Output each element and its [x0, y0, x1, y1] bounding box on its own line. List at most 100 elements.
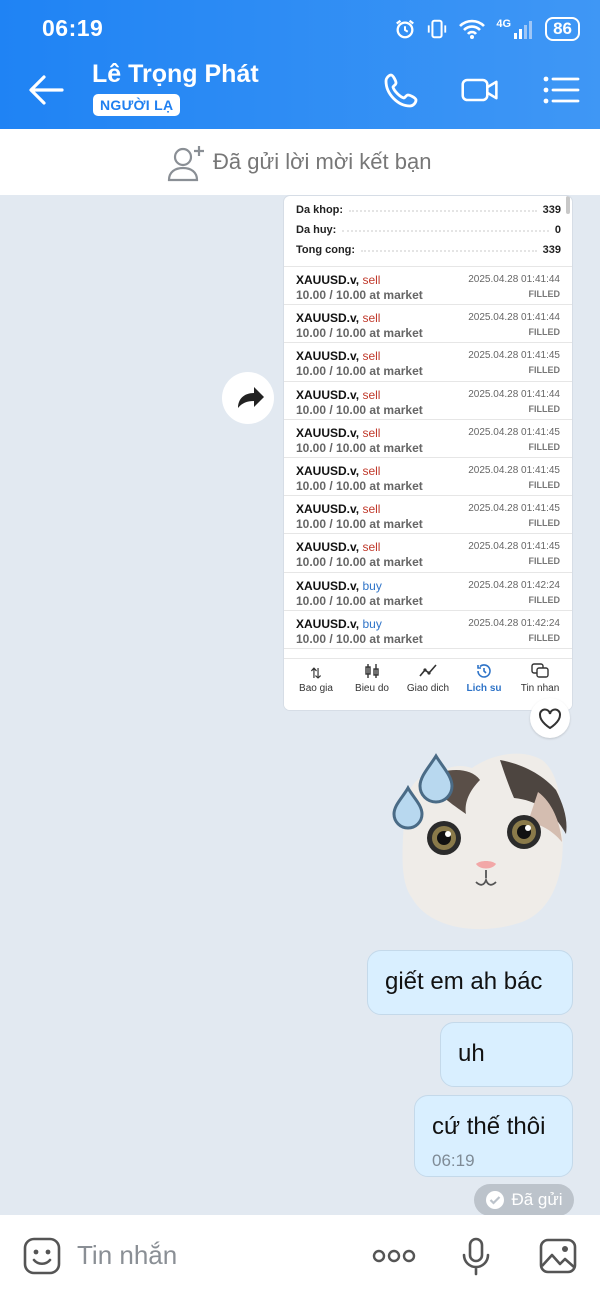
- order-time: 2025.04.28 01:41:45: [468, 503, 560, 515]
- order-volume: 10.00 / 10.00 at market: [296, 288, 423, 302]
- message-text: uh: [458, 1040, 485, 1067]
- order-time: 2025.04.28 01:42:24: [468, 579, 560, 591]
- nav-giao-dich: Giao dich: [399, 663, 457, 694]
- order-row: XAUUSD.v, sell 10.00 / 10.00 at market 202…: [284, 380, 572, 420]
- order-status: FILLED: [528, 518, 561, 529]
- vibrate-icon: [428, 19, 447, 39]
- order-status: FILLED: [528, 480, 561, 490]
- order-volume: 10.00 / 10.00 at market: [296, 440, 423, 455]
- order-symbol: XAUUSD.v, sell: [296, 464, 381, 478]
- order-status: FILLED: [528, 632, 561, 643]
- order-symbol: XAUUSD.v, buy: [296, 578, 382, 593]
- order-row: XAUUSD.v, sell 10.00 / 10.00 at market 202…: [284, 266, 572, 305]
- order-volume: 10.00 / 10.00 at market: [296, 517, 423, 532]
- order-row: XAUUSD.v, sell 10.00 / 10.00 at market 202…: [284, 304, 572, 343]
- trend-icon: [399, 663, 457, 683]
- history-icon: [455, 663, 513, 683]
- add-friend-icon: [167, 146, 204, 182]
- order-symbol: XAUUSD.v, sell: [296, 387, 381, 402]
- image-gallery-icon[interactable]: [538, 1236, 578, 1276]
- order-time: 2025.04.28 01:41:44: [468, 312, 560, 324]
- order-status: FILLED: [528, 327, 561, 338]
- order-status: FILLED: [528, 441, 561, 452]
- emoji-sticker-icon[interactable]: [22, 1236, 62, 1276]
- order-volume: 10.00 / 10.00 at market: [296, 479, 423, 493]
- share-forward-button[interactable]: [222, 372, 274, 424]
- contact-name[interactable]: Lê Trọng Phát: [92, 60, 259, 89]
- order-volume: 10.00 / 10.00 at market: [296, 555, 423, 570]
- alarm-icon: [396, 19, 415, 39]
- order-status: FILLED: [528, 365, 561, 376]
- more-options-icon[interactable]: [372, 1236, 416, 1276]
- summary-row: Tong cong: 339: [296, 244, 561, 256]
- order-volume: 10.00 / 10.00 at market: [296, 364, 423, 379]
- status-icons: 4G 86: [394, 14, 580, 44]
- react-heart-button[interactable]: [530, 698, 570, 738]
- message-bubble[interactable]: cứ thế thôi 06:19: [414, 1095, 573, 1177]
- phone-call-icon[interactable]: [382, 70, 422, 110]
- order-time: 2025.04.28 01:41:45: [468, 426, 560, 438]
- battery-indicator: 86: [545, 17, 580, 41]
- order-symbol: XAUUSD.v, sell: [296, 273, 381, 287]
- order-row: XAUUSD.v, sell 10.00 / 10.00 at market 202…: [284, 342, 572, 381]
- order-time: 2025.04.28 01:42:24: [468, 617, 560, 629]
- order-symbol: XAUUSD.v, buy: [296, 616, 382, 631]
- heart-icon: [539, 708, 561, 730]
- order-side: sell: [362, 464, 381, 478]
- order-side: sell: [362, 540, 381, 555]
- microphone-icon[interactable]: [456, 1236, 496, 1276]
- order-side: sell: [362, 349, 381, 364]
- order-symbol: XAUUSD.v, sell: [296, 540, 381, 555]
- summary-row: Da huy: 0: [296, 224, 561, 236]
- order-volume: 10.00 / 10.00 at market: [296, 326, 423, 341]
- stranger-badge: NGƯỜI LẠ: [93, 94, 181, 116]
- order-time: 2025.04.28 01:41:45: [468, 350, 560, 362]
- message-time: 06:19: [432, 1151, 475, 1170]
- order-side: sell: [362, 425, 381, 440]
- sent-status-text: Đã gửi: [511, 1190, 563, 1209]
- message-text: giết em ah bác: [385, 968, 543, 995]
- message-bubble[interactable]: uh: [440, 1022, 573, 1087]
- order-symbol: XAUUSD.v, sell: [296, 349, 381, 364]
- candles-icon: [343, 663, 401, 683]
- cat-sticker[interactable]: [388, 752, 572, 936]
- order-status: FILLED: [528, 556, 561, 567]
- order-status: FILLED: [528, 594, 561, 605]
- nav-bao-gia: ⇅ Bao gia: [287, 663, 345, 694]
- signal-icon: [514, 21, 533, 39]
- order-row: XAUUSD.v, buy 10.00 / 10.00 at market 2025…: [284, 571, 572, 611]
- nav-lich-su: Lich su: [455, 663, 513, 694]
- summary-row: Da khop: 339: [296, 204, 561, 216]
- order-volume: 10.00 / 10.00 at market: [296, 402, 423, 417]
- order-volume: 10.00 / 10.00 at market: [296, 593, 423, 608]
- message-input[interactable]: Tin nhắn: [77, 1240, 177, 1271]
- menu-list-icon[interactable]: [540, 70, 580, 110]
- message-bubble[interactable]: giết em ah bác: [367, 950, 573, 1015]
- order-time: 2025.04.28 01:41:44: [468, 274, 560, 285]
- order-side: sell: [362, 273, 381, 287]
- order-symbol: XAUUSD.v, sell: [296, 311, 381, 326]
- nav-tin-nhan: Tin nhan: [511, 663, 569, 694]
- arrows-updown-icon: ⇅: [310, 665, 322, 681]
- forward-arrow-icon: [238, 387, 264, 408]
- nav-bieu-do: Bieu do: [343, 663, 401, 694]
- check-icon: [486, 1191, 505, 1209]
- chat-bubbles-icon: [511, 663, 569, 683]
- back-arrow-icon[interactable]: [26, 72, 66, 108]
- network-label: 4G: [496, 18, 512, 30]
- video-call-icon[interactable]: [460, 70, 500, 110]
- order-row: XAUUSD.v, sell 10.00 / 10.00 at market 202…: [284, 533, 572, 572]
- order-status: FILLED: [528, 403, 561, 414]
- order-symbol: XAUUSD.v, sell: [296, 425, 381, 440]
- trade-history-screenshot[interactable]: Da khop: 339 Da huy: 0 Tong cong: 339 XAUUS…: [284, 196, 572, 710]
- app-bottom-nav: ⇅ Bao gia Bieu do Giao dich Lich su Tin …: [284, 658, 572, 710]
- friend-request-status: Đã gửi lời mời kết bạn: [213, 149, 432, 174]
- sent-status-badge: Đã gửi: [474, 1184, 574, 1216]
- order-time: 2025.04.28 01:41:45: [468, 465, 560, 476]
- order-row: XAUUSD.v, sell 10.00 / 10.00 at market 202…: [284, 457, 572, 496]
- order-side: buy: [362, 616, 382, 631]
- order-status: FILLED: [528, 289, 561, 299]
- order-side: buy: [362, 578, 382, 593]
- order-side: sell: [362, 311, 381, 326]
- order-row: XAUUSD.v, buy 10.00 / 10.00 at market 2025…: [284, 609, 572, 649]
